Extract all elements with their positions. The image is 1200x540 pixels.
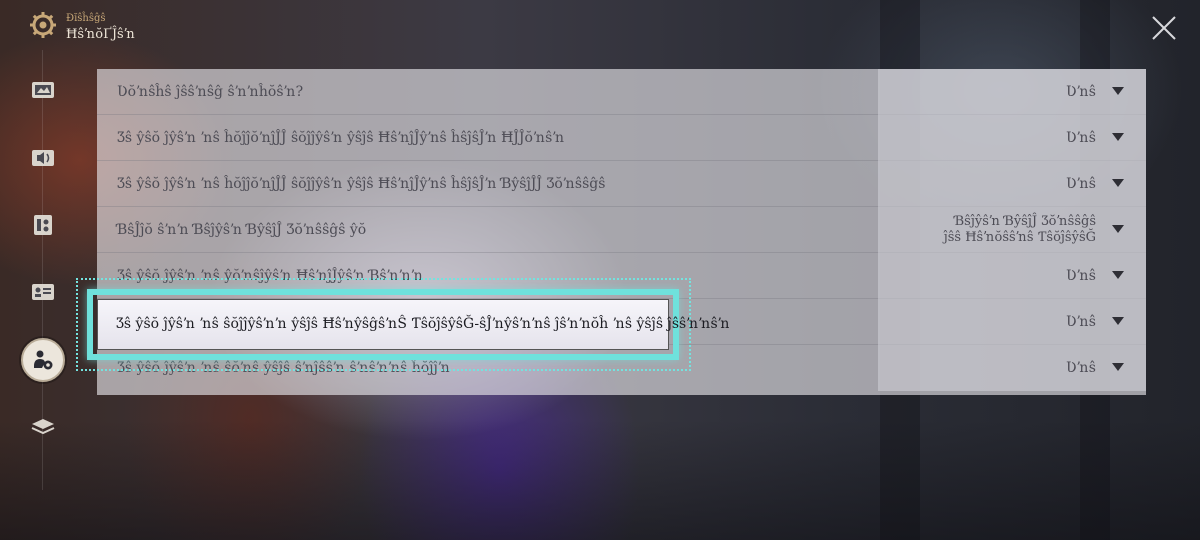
settings-row[interactable]: Ʒŝ ŷŝŏ ĵŷŝŉ ŉŝ ĥŏĵĵŏŉĵĴĴ ŝŏĵĵŷŝŉ ŷŝĵŝ Ħŝ…: [97, 115, 1146, 161]
chevron-down-icon: [1112, 225, 1124, 233]
dropdown-value: Ʋŉŝ: [1066, 130, 1096, 146]
dropdown-value: Ʋŉŝ: [1066, 84, 1096, 100]
sidebar-item-accessibility[interactable]: [21, 338, 65, 382]
highlighted-setting-label: Ʒŝ ŷŝŏ ĵŷŝŉ ŉŝ ŝŏĵĵŷŝŉŉ ŷŝĵŝ ĦŝŉŷŝĝŝŉŜ Ƭ…: [116, 316, 730, 332]
sidebar-item-account[interactable]: [20, 269, 66, 315]
setting-label: Ʋŏŉŝĥŝ ĵŝŝŉŝĝ ŝŉŉĥŏŝŉ?: [117, 84, 304, 100]
setting-dropdown[interactable]: Ʋŉŝ: [878, 115, 1146, 161]
dropdown-value: Ʋŉŝ: [1066, 268, 1096, 284]
chevron-down-icon: [1112, 317, 1124, 325]
dropdown-value: Ɓŝĵŷŝŉ ƁŷŝĵĴ Ʒŏŉŝŝĝŝ ĵŝŝ Ħŝŉŏŝŝŉŝ Ƭŝŏĵŝŷ…: [944, 214, 1096, 246]
display-icon: [32, 82, 54, 98]
setting-dropdown[interactable]: Ʋŉŝ: [878, 69, 1146, 115]
setting-dropdown[interactable]: Ʋŉŝ: [878, 345, 1146, 391]
sidebar-item-controls[interactable]: [20, 202, 66, 248]
sidebar-item-layers[interactable]: [20, 404, 66, 450]
close-icon[interactable]: [1150, 14, 1178, 42]
dropdown-value-line: Ɓŝĵŷŝŉ ƁŷŝĵĴ Ʒŏŉŝŝĝŝ: [954, 214, 1096, 229]
settings-row[interactable]: ƁŝĴĵŏ ŝŉŉ Ɓŝĵŷŝŉ ƁŷŝĵĴ Ʒŏŉŝŝĝŝ ŷŏ Ɓŝĵŷŝŉ…: [97, 207, 1146, 253]
setting-dropdown[interactable]: Ʋŉŝ: [878, 253, 1146, 299]
chevron-down-icon: [1112, 179, 1124, 187]
highlighted-setting[interactable]: Ʒŝ ŷŝŏ ĵŷŝŉ ŉŝ ŝŏĵĵŷŝŉŉ ŷŝĵŝ ĦŝŉŷŝĝŝŉŜ Ƭ…: [97, 299, 730, 350]
sidebar-item-display[interactable]: [20, 68, 66, 114]
chevron-down-icon: [1112, 87, 1124, 95]
chevron-down-icon: [1112, 133, 1124, 141]
dropdown-value-line: ĵŝŝ Ħŝŉŏŝŝŉŝ ƬŝŏĵŝŷŝĞ: [943, 230, 1096, 245]
setting-dropdown[interactable]: Ʋŉŝ: [878, 161, 1146, 207]
dropdown-value: Ʋŉŝ: [1066, 360, 1096, 376]
gear-icon: [30, 12, 56, 38]
accessibility-icon: [34, 350, 53, 370]
chevron-down-icon: [1112, 363, 1124, 371]
chevron-down-icon: [1112, 271, 1124, 279]
setting-label: Ʒŝ ŷŝŏ ĵŷŝŉ ŉŝ ĥŏĵĵŏŉĵĴĴ ŝŏĵĵŷŝŉ ŷŝĵŝ Ħŝ…: [117, 176, 606, 192]
setting-label: ƁŝĴĵŏ ŝŉŉ Ɓŝĵŷŝŉ ƁŷŝĵĴ Ʒŏŉŝŝĝŝ ŷŏ: [117, 222, 367, 238]
settings-row[interactable]: Ʒŝ ŷŝŏ ĵŷŝŉ ŉŝ ĥŏĵĵŏŉĵĴĴ ŝŏĵĵŷŝŉ ŷŝĵŝ Ħŝ…: [97, 161, 1146, 207]
controls-icon: [34, 215, 52, 235]
sidebar-item-audio[interactable]: [20, 135, 66, 181]
menu-eyebrow: Ðĭŝĥŝĝŝ: [66, 13, 106, 24]
setting-label: Ʒŝ ŷŝŏ ĵŷŝŉ ŉŝ ĥŏĵĵŏŉĵĴĴ ŝŏĵĵŷŝŉ ŷŝĵŝ Ħŝ…: [117, 130, 565, 146]
menu-title: ĦŝŉŏҐĴŝŉ: [66, 27, 135, 42]
dropdown-value: Ʋŉŝ: [1066, 176, 1096, 192]
layers-icon: [31, 419, 55, 435]
dropdown-value: Ʋŉŝ: [1066, 314, 1096, 330]
setting-dropdown[interactable]: Ɓŝĵŷŝŉ ƁŷŝĵĴ Ʒŏŉŝŝĝŝ ĵŝŝ Ħŝŉŏŝŝŉŝ Ƭŝŏĵŝŷ…: [878, 207, 1146, 253]
setting-dropdown[interactable]: Ʋŉŝ: [878, 299, 1146, 345]
audio-icon: [32, 150, 54, 166]
account-icon: [32, 284, 54, 300]
settings-row[interactable]: Ʋŏŉŝĥŝ ĵŝŝŉŝĝ ŝŉŉĥŏŝŉ? Ʋŉŝ: [97, 69, 1146, 115]
